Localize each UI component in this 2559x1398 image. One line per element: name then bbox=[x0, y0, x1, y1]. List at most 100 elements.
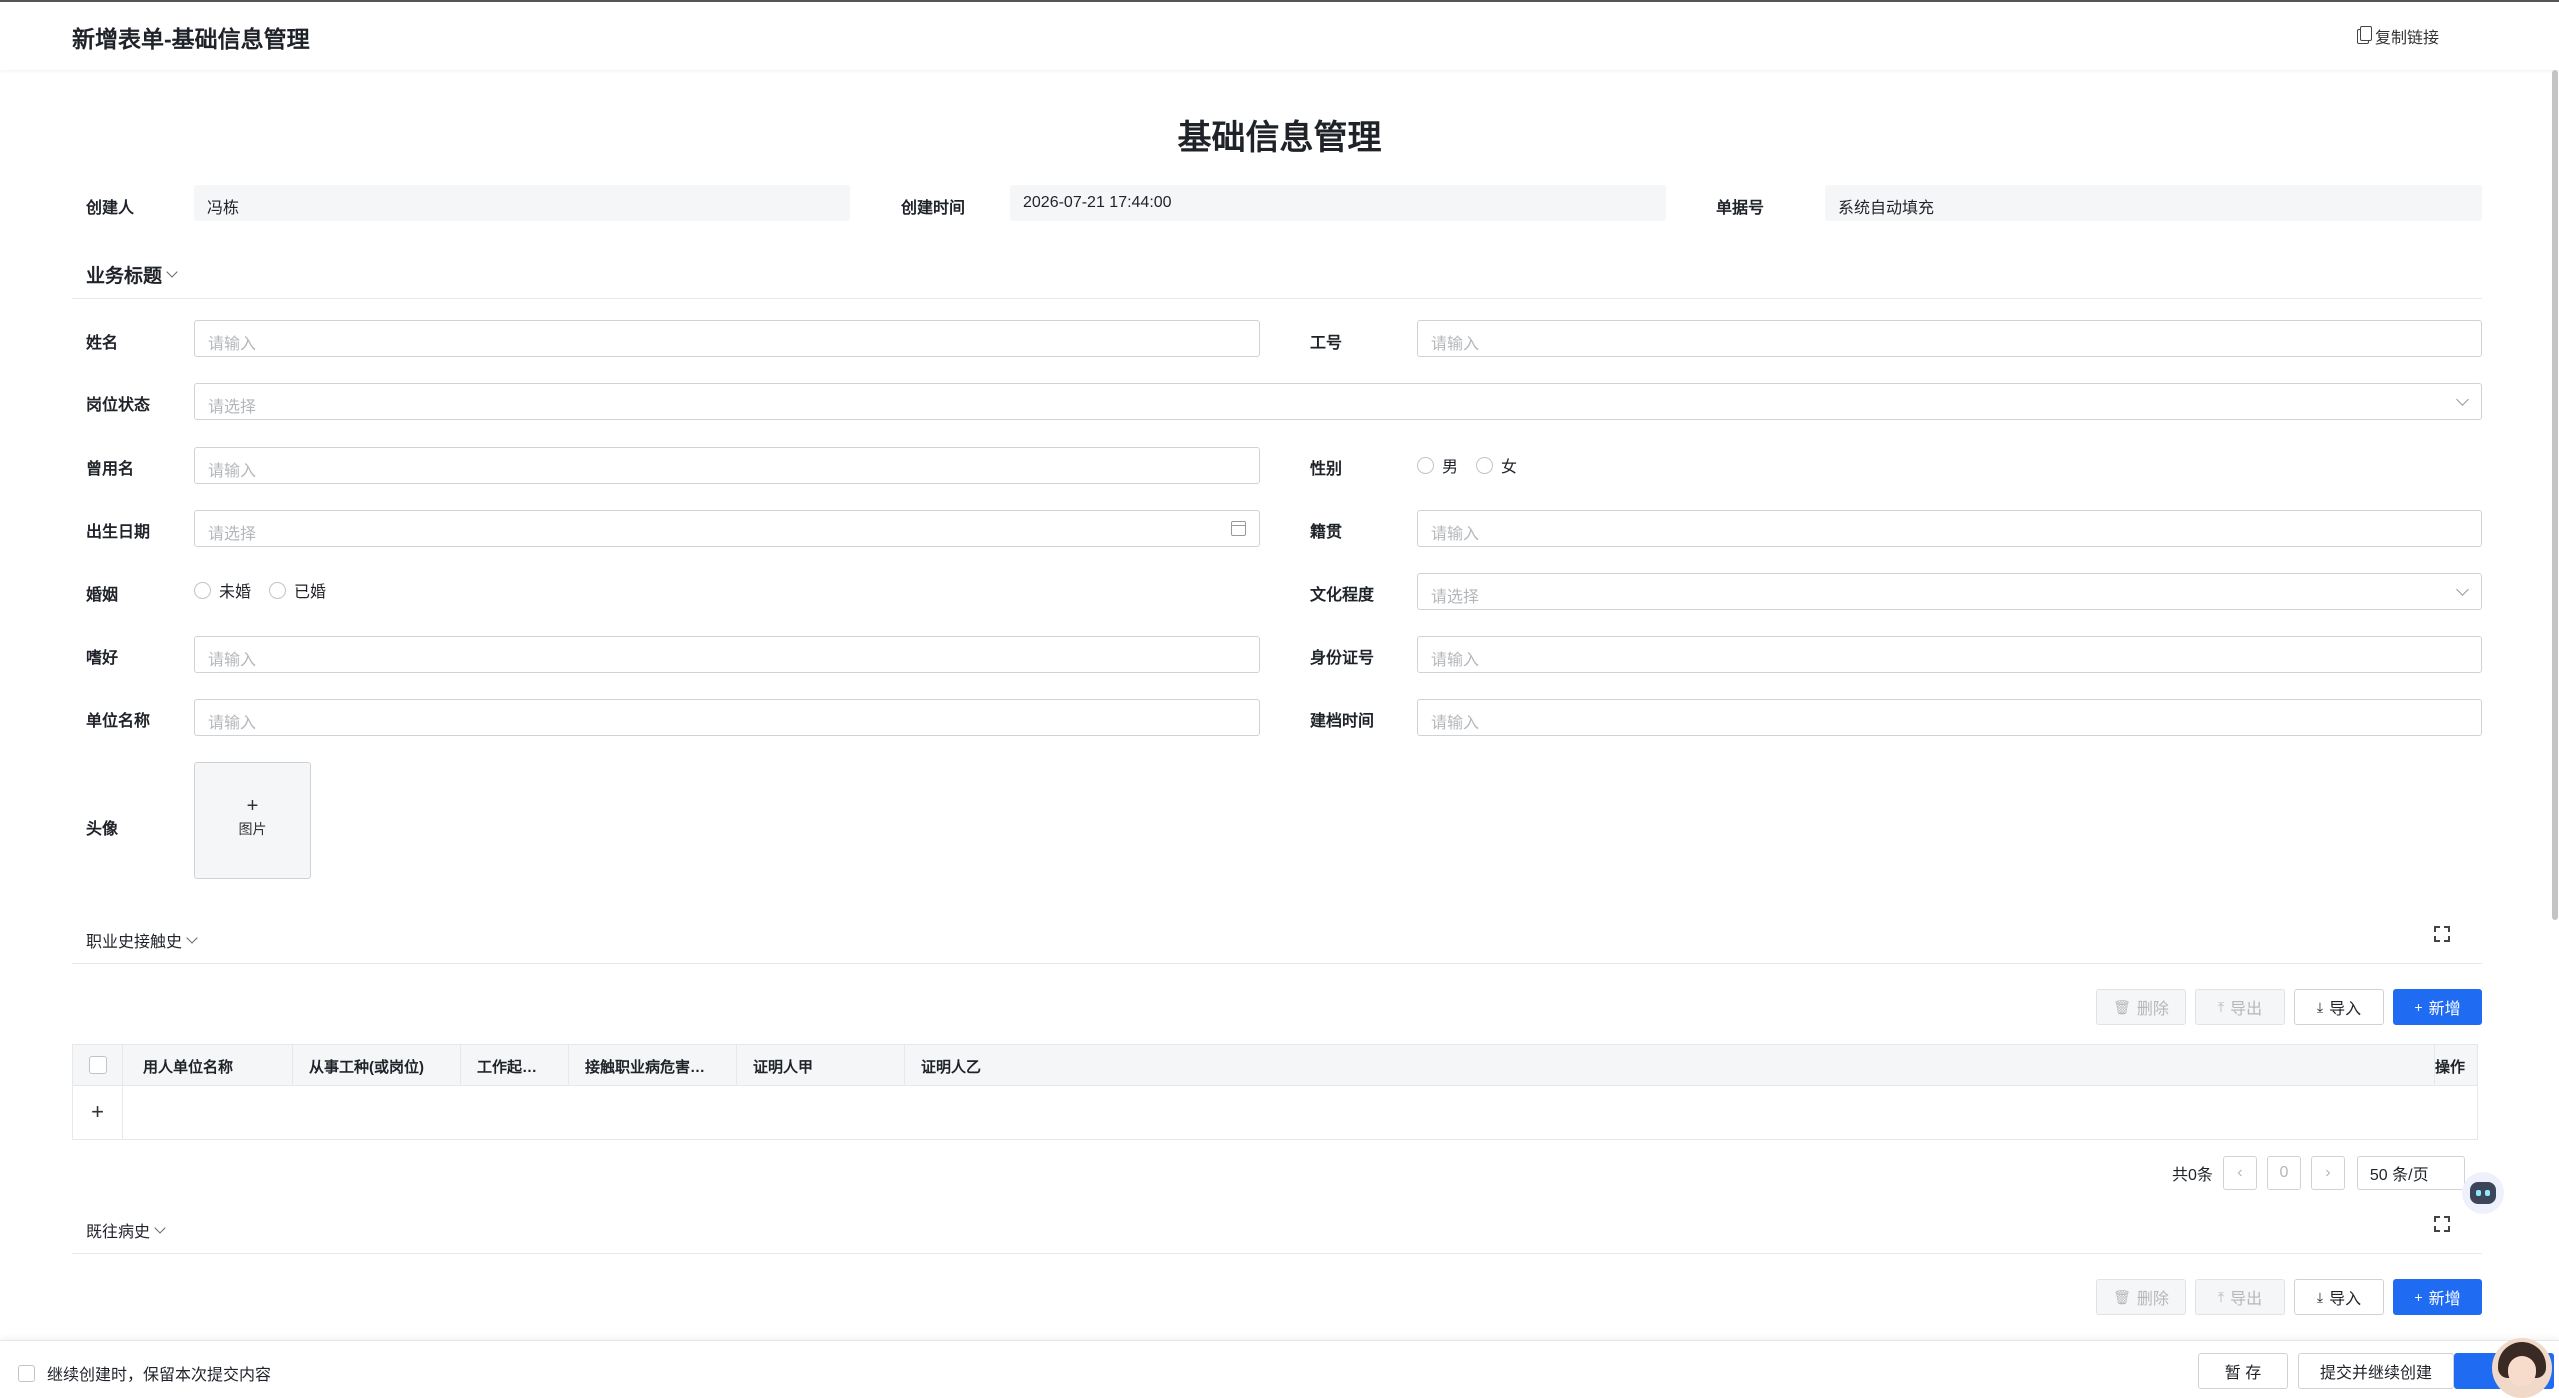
next-page-icon[interactable]: › bbox=[2310, 1156, 2345, 1190]
medical-history-section-header[interactable]: 既往病史 bbox=[72, 1208, 2482, 1254]
radio-circle-icon[interactable] bbox=[269, 581, 287, 599]
column-header[interactable]: 用人单位名称 bbox=[123, 1045, 293, 1085]
medical-export-button[interactable]: ⤒ 导出 bbox=[2195, 1279, 2285, 1315]
chevron-down-icon bbox=[166, 266, 178, 278]
radio-circle-icon[interactable] bbox=[1417, 456, 1434, 474]
plus-icon: + bbox=[246, 795, 259, 817]
keep-content-label: 继续创建时，保留本次提交内容 bbox=[47, 1367, 272, 1384]
job-no-label: 工号 bbox=[1310, 335, 1343, 352]
birthday-date-picker[interactable]: 请选择 bbox=[194, 510, 1260, 547]
post-status-select[interactable]: 请选择 bbox=[194, 383, 2482, 420]
column-header[interactable]: 从事工种(或岗位) bbox=[293, 1045, 461, 1085]
total-count: 共0条 bbox=[2172, 1167, 2213, 1184]
name-input[interactable]: 请输入 bbox=[194, 320, 1260, 357]
occupation-import-button[interactable]: ⤓ 导入 bbox=[2294, 989, 2384, 1025]
copy-link-button[interactable]: 复制链接 bbox=[2357, 24, 2439, 48]
created-time-value: 2026-07-21 17:44:00 bbox=[1010, 185, 1666, 221]
plus-icon: + bbox=[2414, 999, 2423, 1015]
chevron-down-icon bbox=[154, 1221, 166, 1234]
medical-import-button[interactable]: ⤓ 导入 bbox=[2294, 1279, 2384, 1315]
form-title: 基础信息管理 bbox=[1177, 119, 1382, 157]
checkbox-icon[interactable] bbox=[18, 1364, 35, 1382]
top-bar: 新增表单-基础信息管理 复制链接 bbox=[0, 0, 2559, 70]
marriage-option-single[interactable]: 未婚 bbox=[194, 578, 251, 602]
marriage-option-married[interactable]: 已婚 bbox=[269, 578, 326, 602]
save-draft-button[interactable]: 暂 存 bbox=[2198, 1353, 2288, 1389]
prev-page-icon[interactable]: ‹ bbox=[2222, 1156, 2257, 1190]
radio-circle-icon[interactable] bbox=[194, 581, 211, 599]
hobby-input[interactable]: 请输入 bbox=[194, 636, 1260, 673]
trash-icon: 🗑 bbox=[2113, 1288, 2131, 1305]
column-header[interactable]: 接触职业病危害… bbox=[569, 1045, 737, 1085]
creator-label: 创建人 bbox=[86, 200, 135, 217]
occupation-section-header[interactable]: 职业史接触史 bbox=[72, 918, 2482, 964]
select-all-checkbox[interactable] bbox=[89, 1056, 107, 1074]
select-all-cell bbox=[73, 1045, 123, 1085]
birthday-label: 出生日期 bbox=[86, 524, 151, 541]
marriage-radio-group: 未婚 已婚 bbox=[194, 578, 344, 602]
column-header[interactable]: 证明人甲 bbox=[737, 1045, 905, 1085]
page-size-select[interactable]: 50 条/页 bbox=[2356, 1156, 2465, 1190]
assistant-avatar[interactable] bbox=[2492, 1338, 2552, 1398]
medical-delete-button[interactable]: 🗑 删除 bbox=[2096, 1279, 2186, 1315]
occupation-add-button[interactable]: + 新增 bbox=[2393, 989, 2482, 1025]
scrollbar[interactable] bbox=[2550, 70, 2559, 920]
copy-icon bbox=[2357, 25, 2372, 44]
column-header[interactable]: 工作起… bbox=[461, 1045, 569, 1085]
download-icon: ⤓ bbox=[2316, 1288, 2324, 1305]
occupation-table-header: 用人单位名称 从事工种(或岗位) 工作起… 接触职业病危害… 证明人甲 证明人乙… bbox=[72, 1044, 2478, 1086]
id-no-input[interactable]: 请输入 bbox=[1417, 636, 2482, 673]
occupation-export-button[interactable]: ⤒ 导出 bbox=[2195, 989, 2285, 1025]
upload-icon: ⤒ bbox=[2217, 1288, 2225, 1305]
company-input[interactable]: 请输入 bbox=[194, 699, 1260, 736]
copy-link-label: 复制链接 bbox=[2375, 30, 2440, 47]
image-upload-button[interactable]: + 图片 bbox=[194, 762, 311, 879]
medical-history-section-title: 既往病史 bbox=[86, 1224, 151, 1241]
gender-radio-group: 男 女 bbox=[1417, 453, 1535, 477]
education-select[interactable]: 请选择 bbox=[1417, 573, 2482, 610]
gender-option-male[interactable]: 男 bbox=[1417, 453, 1458, 477]
occupation-pagination: 共0条 ‹ 0 › 50 条/页 bbox=[2172, 1156, 2465, 1190]
archive-time-label: 建档时间 bbox=[1310, 713, 1375, 730]
bottom-action-bar: 继续创建时，保留本次提交内容 暂 存 提交并继续创建 提 bbox=[0, 1340, 2559, 1398]
scrollbar-thumb[interactable] bbox=[2552, 70, 2558, 920]
fullscreen-icon[interactable] bbox=[2434, 1216, 2450, 1232]
column-header[interactable]: 证明人乙 bbox=[905, 1045, 2435, 1085]
radio-circle-icon[interactable] bbox=[1476, 456, 1494, 474]
submit-continue-button[interactable]: 提交并继续创建 bbox=[2298, 1353, 2454, 1389]
marriage-label: 婚姻 bbox=[86, 587, 119, 604]
gender-option-female[interactable]: 女 bbox=[1476, 453, 1517, 477]
education-label: 文化程度 bbox=[1310, 587, 1375, 604]
hobby-label: 嗜好 bbox=[86, 650, 119, 667]
business-section-title: 业务标题 bbox=[86, 266, 163, 287]
avatar-label: 头像 bbox=[86, 821, 119, 838]
former-name-input[interactable]: 请输入 bbox=[194, 447, 1260, 484]
native-place-label: 籍贯 bbox=[1310, 524, 1343, 541]
page-title: 新增表单-基础信息管理 bbox=[72, 26, 310, 52]
doc-no-label: 单据号 bbox=[1716, 200, 1765, 217]
page-number[interactable]: 0 bbox=[2266, 1156, 2301, 1190]
medical-add-button[interactable]: + 新增 bbox=[2393, 1279, 2482, 1315]
occupation-section-title: 职业史接触史 bbox=[86, 934, 183, 951]
keep-content-checkbox[interactable]: 继续创建时，保留本次提交内容 bbox=[18, 1361, 271, 1385]
post-status-label: 岗位状态 bbox=[86, 397, 151, 414]
gender-label: 性别 bbox=[1310, 461, 1343, 478]
doc-no-value: 系统自动填充 bbox=[1825, 185, 2482, 221]
job-no-input[interactable]: 请输入 bbox=[1417, 320, 2482, 357]
former-name-label: 曾用名 bbox=[86, 461, 135, 478]
archive-time-input[interactable]: 请输入 bbox=[1417, 699, 2482, 736]
fullscreen-icon[interactable] bbox=[2434, 926, 2450, 942]
trash-icon: 🗑 bbox=[2113, 998, 2131, 1015]
native-place-input[interactable]: 请输入 bbox=[1417, 510, 2482, 547]
upload-label: 图片 bbox=[238, 821, 267, 837]
creator-value: 冯栋 bbox=[194, 185, 850, 221]
calendar-icon[interactable] bbox=[1231, 521, 1246, 536]
birthday-placeholder: 请选择 bbox=[208, 526, 257, 543]
created-time-label: 创建时间 bbox=[901, 200, 966, 217]
occupation-delete-button[interactable]: 🗑 删除 bbox=[2096, 989, 2186, 1025]
company-label: 单位名称 bbox=[86, 713, 151, 730]
actions-column-header: 操作 bbox=[2435, 1059, 2466, 1076]
id-no-label: 身份证号 bbox=[1310, 650, 1375, 667]
add-row-button[interactable]: + bbox=[73, 1086, 123, 1139]
business-section-header[interactable]: 业务标题 bbox=[72, 255, 2482, 299]
